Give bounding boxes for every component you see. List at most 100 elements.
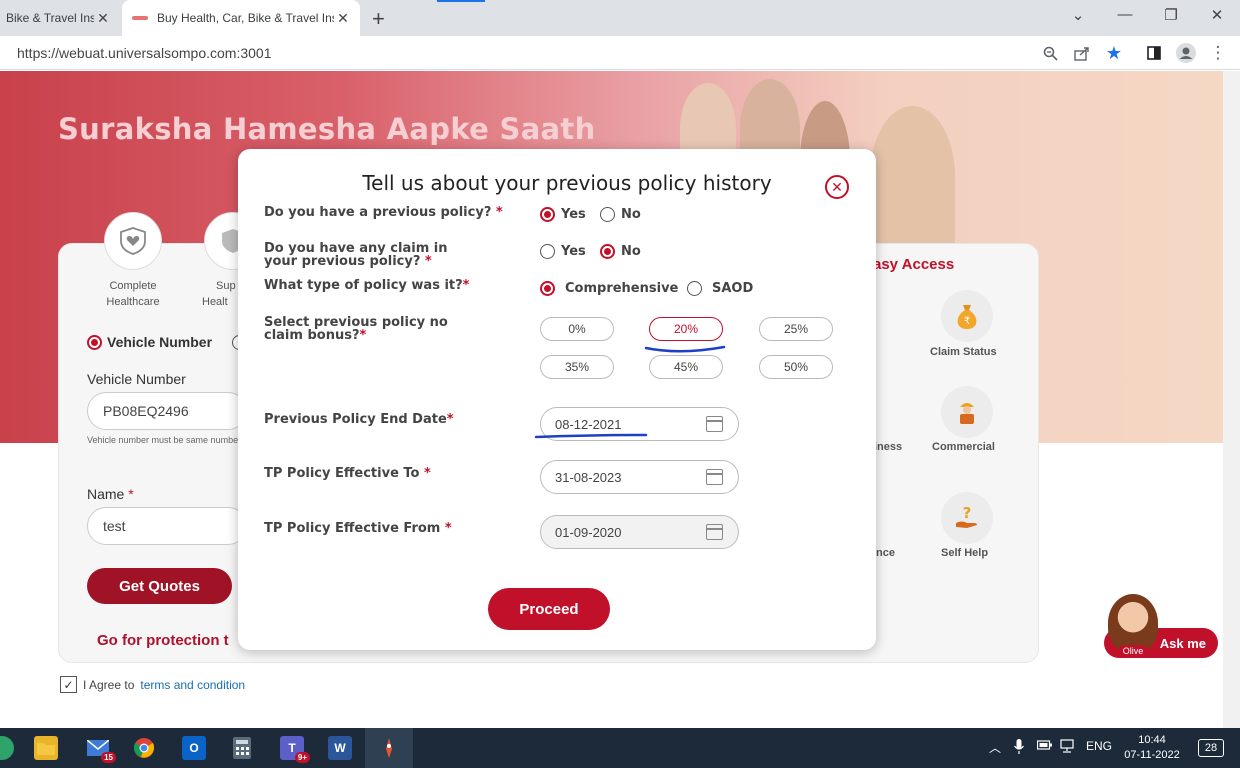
windows-taskbar: 15 O T 9+ W ︿ ENG 10:44 07-11-2022 28 — [0, 728, 1240, 768]
tab-title: Bike & Travel Ins — [6, 11, 94, 25]
self-help-label[interactable]: Self Help — [941, 547, 988, 559]
claim-question: Do you have any claim in your previous p… — [264, 241, 448, 269]
vehicle-hint: Vehicle number must be same number. — [87, 435, 244, 445]
saod-radio[interactable]: SAOD — [687, 281, 753, 296]
new-tab-button[interactable]: + — [372, 6, 385, 32]
minimize-icon[interactable]: — — [1115, 6, 1135, 23]
loading-indicator — [437, 0, 485, 2]
money-bag-icon[interactable]: ₹ — [941, 290, 993, 342]
ncb-option-0[interactable]: 0% — [540, 317, 614, 341]
tab-search-icon[interactable]: ⌄ — [1068, 6, 1088, 24]
agree-checkbox[interactable]: ✓ — [60, 676, 77, 693]
restore-icon[interactable]: ❐ — [1161, 6, 1181, 24]
ncb-option-50[interactable]: 50% — [759, 355, 833, 379]
tp-to-label: TP Policy Effective To * — [264, 466, 431, 481]
insurance-label[interactable]: nce — [876, 547, 895, 559]
calculator-icon[interactable] — [230, 736, 254, 760]
profile-icon[interactable] — [1175, 42, 1197, 64]
browser-tab-active[interactable]: Buy Health, Car, Bike & Travel Ins ✕ — [122, 0, 360, 36]
previous-policy-question: Do you have a previous policy? * — [264, 205, 503, 220]
previous-policy-yes-radio[interactable]: Yes — [540, 207, 586, 222]
end-date-input[interactable]: 08-12-2021 — [540, 407, 739, 441]
hero-title: Suraksha Hamesha Aapke Saath — [58, 112, 596, 146]
chatbot-avatar[interactable] — [1108, 594, 1158, 652]
ncb-question: Select previous policy no claim bonus?* — [264, 315, 448, 343]
svg-text:?: ? — [963, 504, 972, 522]
previous-policy-no-radio[interactable]: No — [600, 207, 641, 222]
policy-history-modal: Tell us about your previous policy histo… — [238, 149, 876, 650]
word-icon[interactable]: W — [328, 736, 352, 760]
bookmark-star-icon[interactable]: ★ — [1103, 42, 1125, 64]
close-window-icon[interactable]: ✕ — [1207, 6, 1227, 24]
close-icon[interactable]: ✕ — [334, 10, 352, 27]
business-label[interactable]: iness — [874, 441, 902, 453]
battery-icon[interactable] — [1036, 739, 1053, 754]
vehicle-number-radio[interactable]: Vehicle Number — [87, 334, 212, 350]
clock[interactable]: 10:44 07-11-2022 — [1120, 733, 1184, 763]
comprehensive-radio[interactable]: Comprehensive — [540, 281, 678, 296]
browser-tab-inactive[interactable]: Bike & Travel Ins ✕ — [0, 0, 120, 36]
address-bar: https://webuat.universalsompo.com:3001 ★… — [0, 36, 1240, 70]
side-panel-icon[interactable] — [1143, 42, 1165, 64]
hand-question-icon[interactable]: ? — [941, 492, 993, 544]
url-field[interactable]: https://webuat.universalsompo.com:3001 — [17, 45, 271, 61]
close-icon[interactable]: ✕ — [94, 10, 112, 27]
tp-from-input: 01-09-2020 — [540, 515, 739, 549]
chatbot-name: Olive — [1118, 645, 1148, 657]
feature-label: Complete Healthcare — [106, 280, 160, 308]
protection-text: Go for protection t — [97, 632, 229, 649]
vehicle-number-input[interactable]: PB08EQ2496 — [87, 392, 247, 430]
radio-unselected-icon — [687, 281, 702, 296]
modal-title: Tell us about your previous policy histo… — [362, 171, 772, 195]
language-indicator[interactable]: ENG — [1086, 739, 1112, 753]
feature-label: Sup Healt — [202, 280, 236, 308]
vehicle-number-label: Vehicle Number — [87, 371, 186, 387]
zoom-icon[interactable] — [1039, 42, 1061, 64]
policy-type-question: What type of policy was it?* — [264, 278, 470, 293]
calendar-icon — [706, 524, 723, 540]
microphone-icon[interactable] — [1014, 739, 1024, 758]
close-icon[interactable]: ✕ — [825, 175, 849, 199]
teams-badge: 9+ — [294, 752, 310, 763]
worker-icon[interactable] — [941, 386, 993, 438]
name-input[interactable]: test — [87, 507, 247, 545]
calendar-icon[interactable] — [706, 469, 723, 485]
radio-unselected-icon — [600, 207, 615, 222]
ncb-option-20[interactable]: 20% — [649, 317, 723, 341]
heart-shield-icon — [104, 212, 162, 270]
tp-to-input[interactable]: 31-08-2023 — [540, 460, 739, 494]
easy-access-title: asy Access — [873, 256, 955, 273]
radio-selected-icon — [87, 334, 102, 350]
ncb-option-25[interactable]: 25% — [759, 317, 833, 341]
share-icon[interactable] — [1071, 42, 1093, 64]
chrome-icon[interactable] — [132, 736, 156, 760]
ncb-option-35[interactable]: 35% — [540, 355, 614, 379]
more-menu-icon[interactable]: ⋮ — [1207, 42, 1229, 64]
tray-chevron-icon[interactable]: ︿ — [989, 739, 1001, 756]
notification-icon[interactable]: 28 — [1198, 739, 1224, 757]
snipping-tool-icon[interactable] — [377, 736, 401, 760]
calendar-icon[interactable] — [706, 416, 723, 432]
teams-icon[interactable]: T 9+ — [280, 736, 310, 763]
terms-link[interactable]: terms and condition — [140, 678, 245, 692]
outlook-icon[interactable]: O — [182, 736, 206, 760]
file-explorer-icon[interactable] — [34, 736, 58, 760]
radio-selected-icon — [540, 207, 555, 222]
svg-text:₹: ₹ — [964, 316, 970, 327]
tp-from-label: TP Policy Effective From * — [264, 521, 452, 536]
proceed-button[interactable]: Proceed — [488, 588, 610, 630]
get-quotes-button[interactable]: Get Quotes — [87, 568, 232, 604]
end-date-label: Previous Policy End Date* — [264, 412, 454, 427]
mail-badge: 15 — [101, 752, 116, 763]
name-label: Name * — [87, 486, 134, 502]
mail-icon[interactable]: 15 — [86, 736, 116, 763]
page-scrollbar[interactable] — [1223, 71, 1240, 728]
app-icon[interactable] — [0, 736, 14, 760]
commercial-label[interactable]: Commercial — [932, 441, 995, 453]
ncb-option-45[interactable]: 45% — [649, 355, 723, 379]
claim-status-label[interactable]: Claim Status — [930, 346, 997, 358]
claim-yes-radio[interactable]: Yes — [540, 244, 586, 259]
claim-no-radio[interactable]: No — [600, 244, 641, 259]
network-icon[interactable] — [1060, 739, 1078, 756]
radio-unselected-icon — [540, 244, 555, 259]
